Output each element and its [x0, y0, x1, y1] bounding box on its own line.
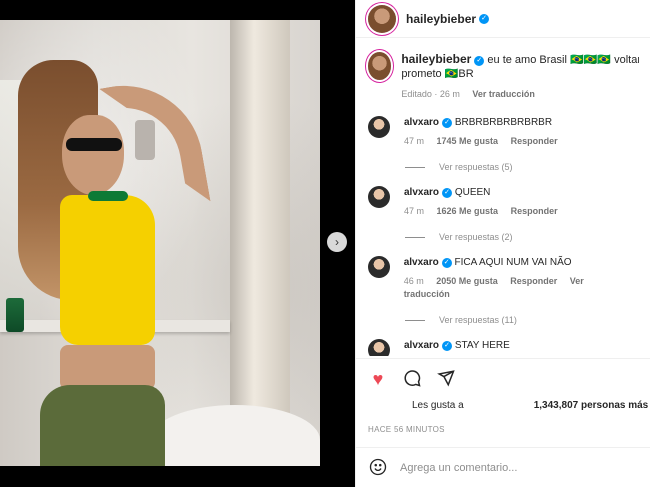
soda-can: [6, 298, 24, 332]
replies-line: [405, 319, 425, 321]
reply-button[interactable]: Responder: [511, 206, 558, 216]
comment: alvxaro ✓ QUEEN 47 m 1626 Me gusta Respon…: [356, 186, 650, 218]
comment-username[interactable]: alvxaro: [404, 257, 439, 268]
caption-text-line1: eu te amo Brasil 🇧🇷🇧🇷🇧🇷 voltarei em bre: [487, 54, 639, 66]
commenter-avatar[interactable]: [368, 339, 390, 356]
comment-likes[interactable]: 2050 Me gusta: [436, 276, 498, 286]
comment-text: FICA AQUI NUM VAI NÃO: [454, 257, 572, 268]
commenter-avatar[interactable]: [368, 116, 390, 138]
caption-username[interactable]: haileybieber: [401, 52, 471, 66]
replies-line: [405, 236, 425, 238]
reply-button[interactable]: Responder: [510, 276, 557, 286]
author-username[interactable]: haileybieber: [406, 12, 476, 26]
likes-count[interactable]: 1,343,807 personas más: [534, 400, 649, 411]
person-waist: [60, 345, 155, 390]
comment-likes[interactable]: 1745 Me gusta: [437, 136, 499, 146]
comment-age: 47 m: [404, 206, 425, 216]
mirror-frame: [230, 20, 290, 466]
comment-text: BRBRBRBRBRBRBR: [454, 117, 553, 128]
green-pants: [40, 385, 165, 466]
comment-likes[interactable]: 1626 Me gusta: [437, 206, 499, 216]
view-replies-label: Ver respuestas (11): [439, 315, 517, 325]
comment-text: STAY HERE: [454, 340, 510, 351]
translate-link[interactable]: Ver traducción: [472, 89, 535, 99]
heart-icon[interactable]: ♥: [368, 369, 388, 389]
share-icon[interactable]: [436, 369, 456, 389]
post-media: ›: [0, 0, 355, 487]
comment-username[interactable]: alvxaro: [404, 117, 439, 128]
comment-username[interactable]: alvxaro: [404, 187, 439, 198]
likes-summary[interactable]: Les gusta a 1,343,807 personas más: [356, 400, 650, 411]
likes-label: Les gusta a: [412, 400, 464, 411]
comment-input[interactable]: Agrega un comentario...: [400, 462, 517, 474]
replies-line: [405, 166, 425, 168]
verified-icon: ✓: [442, 341, 453, 351]
comment: alvxaro ✓ STAY HERE: [356, 339, 650, 356]
caption-text-line2: prometo 🇧🇷BR: [401, 68, 474, 80]
caption-avatar[interactable]: [368, 52, 392, 80]
verified-icon: ✓: [474, 56, 485, 66]
post-photo[interactable]: [0, 20, 320, 466]
comment: alvxaro ✓ BRBRBRBRBRBRBR 47 m 1745 Me gus…: [356, 116, 650, 148]
comments-list[interactable]: haileybieber ✓ eu te amo Brasil 🇧🇷🇧🇷🇧🇷 vo…: [356, 38, 650, 356]
comment-icon[interactable]: [402, 369, 422, 389]
chevron-right-icon[interactable]: ›: [327, 232, 347, 252]
commenter-avatar[interactable]: [368, 186, 390, 208]
verified-icon: ✓: [442, 188, 453, 198]
comment-age: 47 m: [404, 136, 425, 146]
view-replies-label: Ver respuestas (5): [439, 162, 513, 172]
verified-icon: ✓: [442, 118, 453, 128]
view-replies[interactable]: Ver respuestas (11): [405, 315, 650, 325]
shirt-collar: [88, 191, 128, 201]
bathtub: [150, 405, 320, 466]
yellow-shirt: [60, 191, 155, 345]
comment-age: 46 m: [403, 276, 424, 286]
caption-edited: Editado · 26 m: [401, 89, 460, 99]
reply-button[interactable]: Responder: [511, 136, 558, 146]
post-actions: ♥: [356, 358, 650, 398]
comment: alvxaro ✓ FICA AQUI NUM VAI NÃO 46 m 2050…: [356, 256, 650, 301]
author-avatar[interactable]: [368, 4, 396, 33]
commenter-avatar[interactable]: [368, 256, 390, 278]
comment-text: QUEEN: [454, 187, 491, 198]
emoji-icon[interactable]: [368, 458, 388, 478]
view-replies[interactable]: Ver respuestas (2): [405, 232, 650, 242]
post-caption: haileybieber ✓ eu te amo Brasil 🇧🇷🇧🇷🇧🇷 vo…: [356, 38, 650, 102]
post-time: HACE 56 MINUTOS: [368, 425, 445, 434]
add-comment-bar: Agrega un comentario...: [356, 447, 650, 487]
verified-icon: ✓: [479, 13, 490, 24]
comment-username[interactable]: alvxaro: [404, 340, 439, 351]
view-replies-label: Ver respuestas (2): [439, 232, 513, 242]
phone: [135, 120, 155, 160]
post-side-panel: haileybieber ✓ haileybieber ✓ eu te amo B…: [355, 0, 650, 487]
verified-icon: ✓: [441, 258, 452, 268]
view-replies[interactable]: Ver respuestas (5): [405, 162, 650, 172]
post-header: haileybieber ✓: [356, 0, 650, 38]
